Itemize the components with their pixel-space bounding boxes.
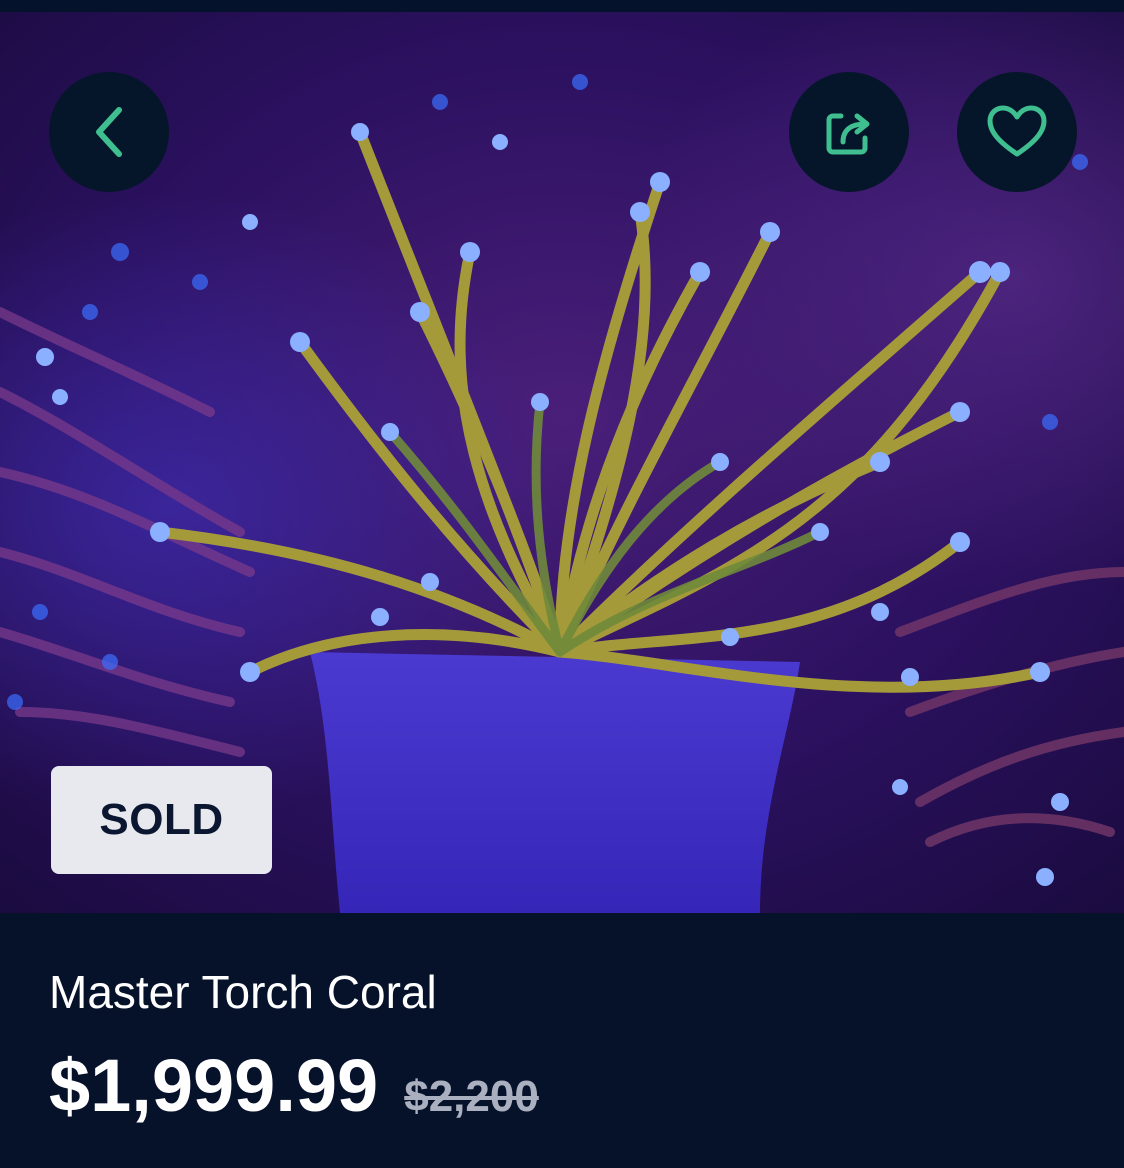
status-badge: SOLD	[51, 766, 272, 874]
back-button[interactable]	[49, 72, 169, 192]
original-price: $2,200	[404, 1072, 539, 1121]
favorite-button[interactable]	[957, 72, 1077, 192]
share-button[interactable]	[789, 72, 909, 192]
heart-icon	[987, 105, 1047, 157]
product-info: Master Torch Coral $1,999.99 $2,200	[0, 913, 1124, 1168]
price-row: $1,999.99 $2,200	[49, 1043, 539, 1128]
top-bar	[0, 0, 1124, 12]
product-title: Master Torch Coral	[49, 966, 437, 1018]
share-icon	[826, 113, 870, 155]
current-price: $1,999.99	[49, 1044, 379, 1127]
chevron-left-icon	[96, 107, 122, 157]
product-image: SOLD	[0, 12, 1124, 913]
